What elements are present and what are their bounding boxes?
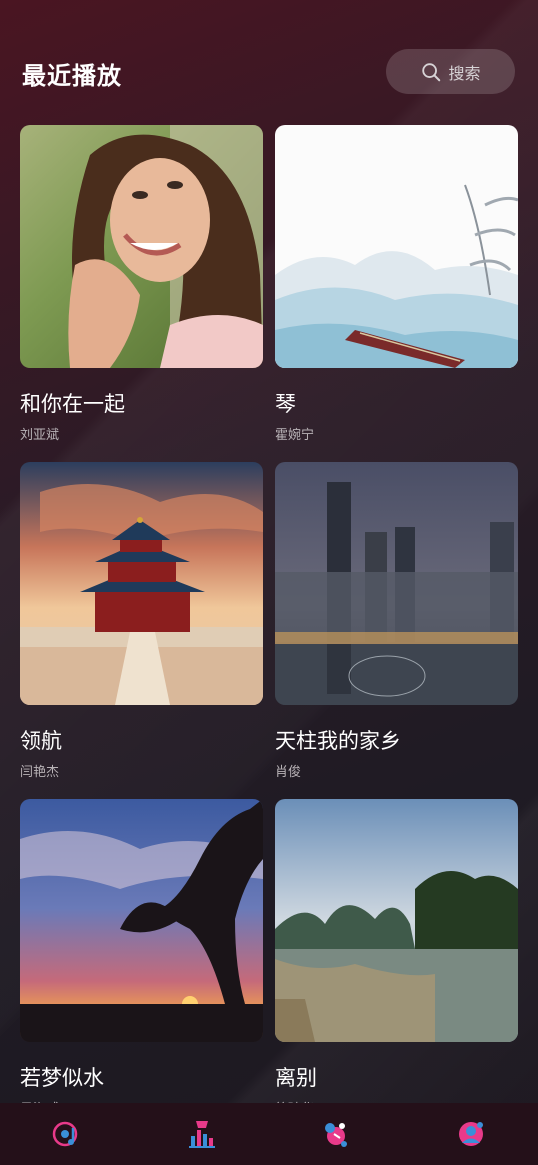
bottom-tab-bar (0, 1103, 538, 1165)
song-card[interactable]: 离别 徐琦华 (275, 799, 518, 1117)
song-card[interactable]: 琴 霍婉宁 (275, 125, 518, 443)
album-cover[interactable] (20, 799, 263, 1042)
search-button[interactable]: 搜索 (386, 49, 515, 94)
song-artist: 闫艳杰 (20, 765, 60, 780)
tab-profile[interactable] (441, 1103, 501, 1165)
discover-icon (325, 1123, 348, 1147)
song-card[interactable]: 若梦似水 吴海威 (20, 799, 263, 1117)
song-title: 离别 (275, 1066, 317, 1090)
page-title: 最近播放 (22, 62, 122, 90)
search-label: 搜索 (448, 63, 481, 83)
tab-charts[interactable] (172, 1103, 232, 1165)
album-cover[interactable] (20, 125, 263, 368)
tab-music[interactable] (37, 1103, 97, 1165)
song-artist: 肖俊 (275, 765, 302, 780)
song-card[interactable]: 天柱我的家乡 肖俊 (275, 462, 518, 780)
song-title: 天柱我的家乡 (275, 729, 401, 753)
song-card[interactable]: 领航 闫艳杰 (20, 462, 263, 780)
song-title: 和你在一起 (20, 392, 125, 416)
header: 最近播放 搜索 (0, 0, 538, 110)
chart-trophy-icon (188, 1121, 215, 1148)
song-artist: 刘亚斌 (20, 428, 60, 443)
song-artist: 霍婉宁 (275, 428, 315, 443)
song-title: 若梦似水 (20, 1066, 104, 1090)
album-cover[interactable] (20, 462, 263, 705)
album-cover[interactable] (275, 462, 518, 705)
music-disc-icon (53, 1121, 78, 1147)
song-title: 领航 (20, 729, 62, 753)
profile-icon (458, 1122, 483, 1146)
album-cover[interactable] (275, 125, 518, 368)
song-title: 琴 (275, 392, 296, 416)
search-icon (422, 62, 441, 81)
tab-discover[interactable] (306, 1103, 366, 1165)
song-card[interactable]: 和你在一起 刘亚斌 (20, 125, 263, 443)
album-cover[interactable] (275, 799, 518, 1042)
